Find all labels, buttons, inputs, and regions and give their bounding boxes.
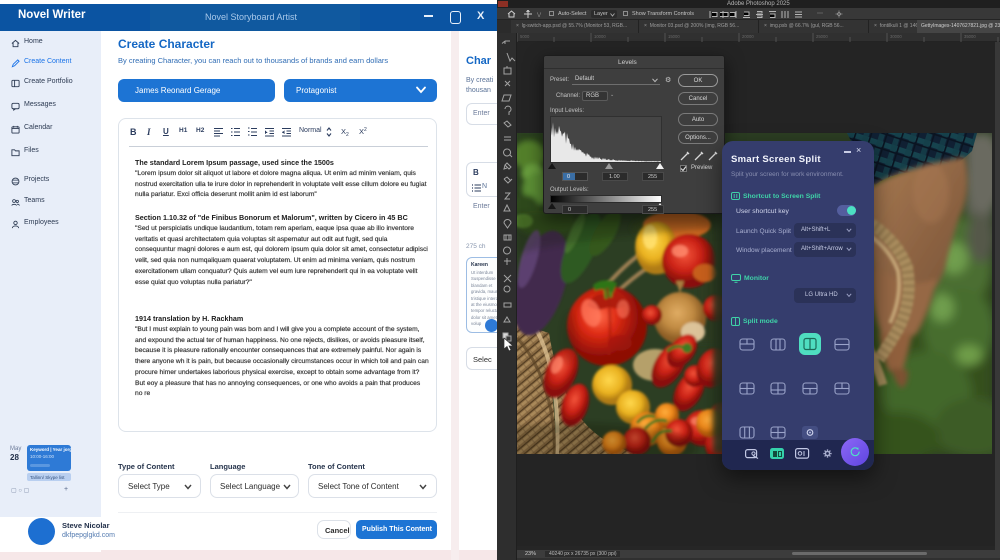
svg-text:10000: 10000 bbox=[594, 34, 606, 39]
svg-text:35000: 35000 bbox=[964, 34, 976, 39]
svg-text:15000: 15000 bbox=[668, 34, 680, 39]
svg-text:20000: 20000 bbox=[742, 34, 754, 39]
svg-text:5000: 5000 bbox=[520, 34, 530, 39]
svg-text:30000: 30000 bbox=[890, 34, 902, 39]
svg-text:25000: 25000 bbox=[816, 34, 828, 39]
